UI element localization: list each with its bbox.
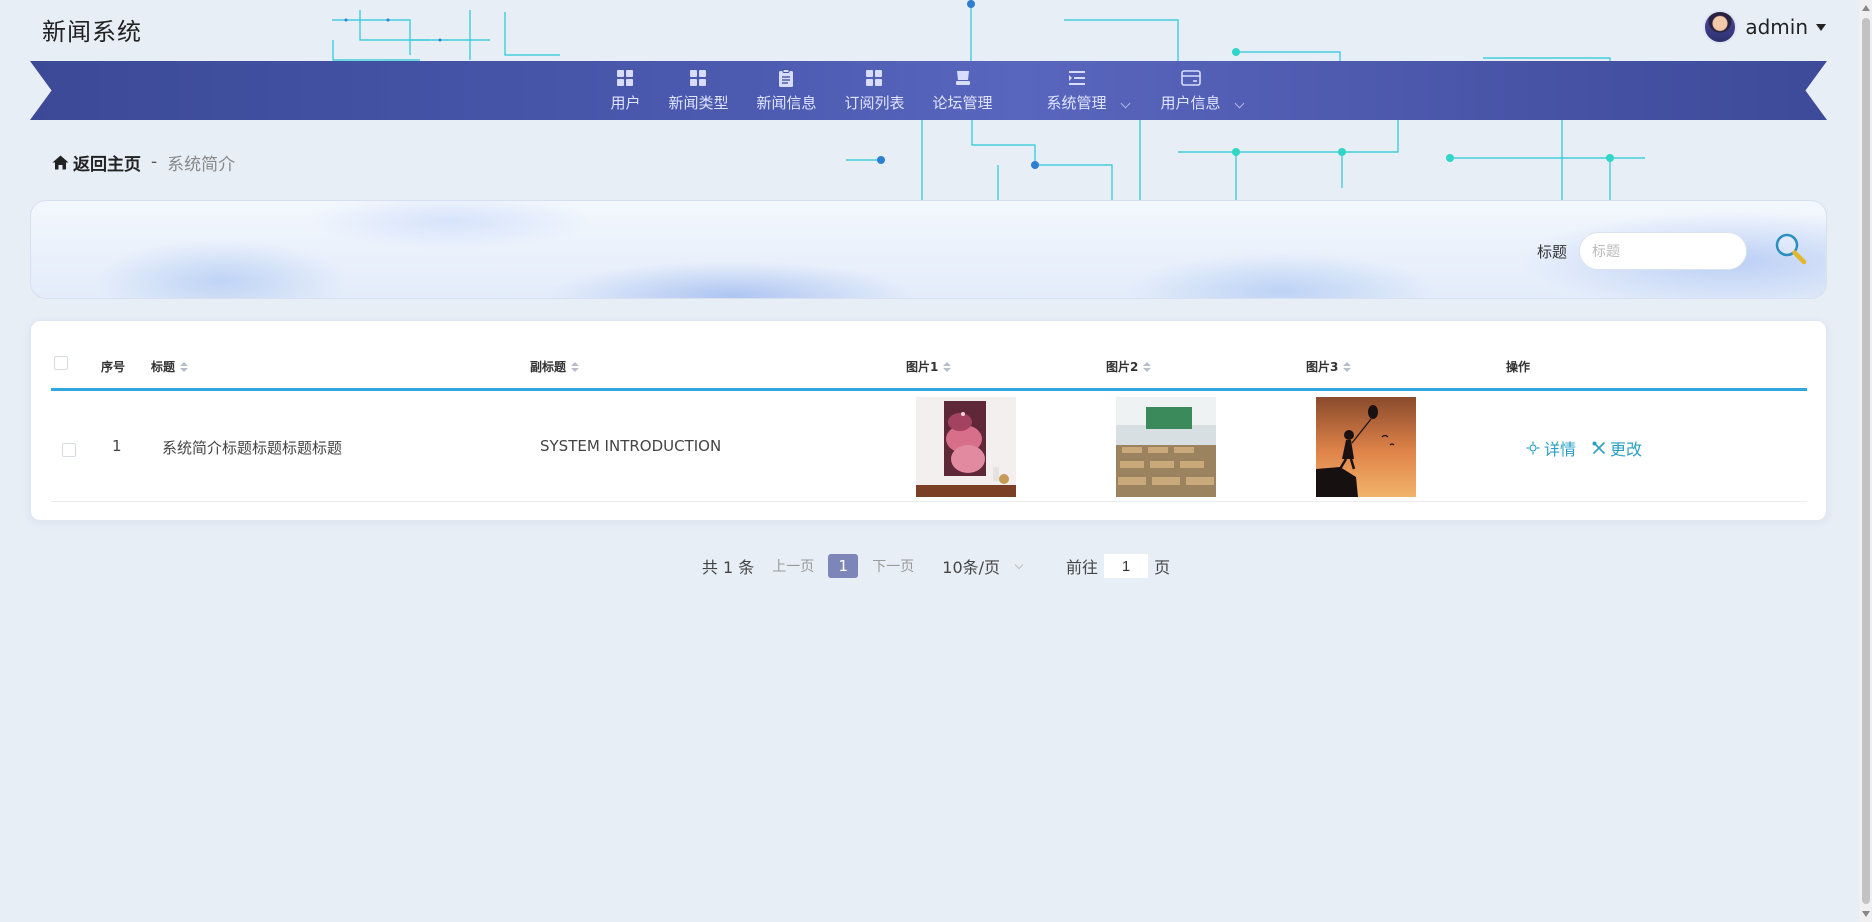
select-all-checkbox[interactable]	[54, 356, 68, 370]
nav-item-user[interactable]: 用户	[610, 68, 640, 113]
table-header: 序号 标题 副标题 图片1 图片2 图片3 操作	[51, 338, 1807, 391]
header-image1[interactable]: 图片1	[906, 358, 952, 375]
header-title[interactable]: 标题	[151, 358, 189, 375]
nav-item-label: 系统管理	[1046, 94, 1107, 112]
nav-item-label: 论坛管理	[932, 94, 993, 112]
nav-item-news-type[interactable]: 新闻类型	[668, 68, 728, 113]
chevron-down-icon	[1120, 98, 1130, 109]
header-actions: 操作	[1506, 360, 1531, 374]
search-icon	[1775, 233, 1807, 265]
scroll-up-arrow-icon[interactable]	[1862, 5, 1870, 11]
sparkle-icon	[1526, 441, 1540, 455]
page-number-button[interactable]: 1	[828, 554, 859, 578]
prev-page-button[interactable]: 上一页	[772, 556, 814, 576]
user-name: admin	[1745, 15, 1808, 39]
edit-button[interactable]: 更改	[1592, 436, 1642, 460]
home-icon	[52, 155, 69, 169]
search-input[interactable]	[1579, 232, 1747, 270]
nav-item-news-info[interactable]: 新闻信息	[756, 68, 816, 113]
sort-icon[interactable]	[180, 361, 189, 372]
breadcrumb-separator: -	[151, 152, 158, 172]
breadcrumb-home-label: 返回主页	[73, 154, 141, 175]
user-menu[interactable]: admin	[1703, 10, 1826, 44]
sort-icon[interactable]	[571, 361, 580, 372]
pagination-total: 共 1 条	[701, 558, 755, 577]
forum-icon	[953, 68, 973, 88]
goto-prefix: 前往	[1066, 558, 1099, 577]
scroll-thumb[interactable]	[1862, 18, 1870, 904]
chevron-down-icon	[1014, 560, 1024, 569]
nav-item-system[interactable]: 系统管理	[1046, 68, 1130, 113]
chevron-down-icon	[1234, 98, 1244, 109]
header-index: 序号	[101, 360, 126, 374]
card-icon	[1180, 68, 1201, 88]
scrollbar[interactable]	[1859, 0, 1872, 922]
tools-icon	[1592, 441, 1605, 454]
search-button[interactable]	[1773, 231, 1809, 267]
header-image3[interactable]: 图片3	[1306, 358, 1352, 375]
details-button[interactable]: 详情	[1526, 436, 1576, 460]
row-checkbox[interactable]	[62, 443, 76, 457]
grid-icon	[688, 68, 708, 88]
nav-item-label: 订阅列表	[844, 94, 905, 112]
details-label: 详情	[1544, 440, 1577, 459]
edit-label: 更改	[1610, 440, 1643, 459]
page-size-value: 10条/页	[942, 558, 1001, 577]
breadcrumb-current: 系统简介	[167, 154, 236, 175]
row-index: 1	[112, 437, 122, 455]
nav-items: 用户 新闻类型 新闻信息 订阅列表 论坛管理 系统管理 用户信息	[30, 61, 1827, 120]
search-panel: 标题	[30, 200, 1827, 299]
goto-page: 前往 页	[1066, 554, 1170, 578]
nav-item-user-info[interactable]: 用户信息	[1160, 68, 1244, 113]
scroll-down-arrow-icon[interactable]	[1862, 911, 1870, 917]
nav-item-label: 新闻信息	[756, 94, 817, 112]
grid-icon	[615, 68, 635, 88]
row-title: 系统简介标题标题标题标题	[162, 439, 343, 457]
menu-list-icon	[1067, 68, 1087, 88]
breadcrumb-home[interactable]: 返回主页	[52, 150, 141, 175]
header-image2[interactable]: 图片2	[1106, 358, 1152, 375]
pagination: 共 1 条 上一页 1 下一页 10条/页 前往 页	[0, 552, 1872, 580]
thumbnail-image1[interactable]	[916, 397, 1016, 497]
app-title: 新闻系统	[42, 18, 142, 46]
avatar	[1703, 10, 1738, 44]
nav-item-label: 新闻类型	[668, 94, 729, 112]
breadcrumb: 返回主页 - 系统简介	[52, 150, 236, 175]
grid-icon	[864, 68, 884, 88]
caret-down-icon	[1816, 23, 1826, 31]
header-subtitle[interactable]: 副标题	[530, 358, 580, 375]
sort-icon[interactable]	[1143, 361, 1152, 372]
sort-icon[interactable]	[943, 361, 952, 372]
goto-suffix: 页	[1154, 558, 1171, 577]
nav-item-subscriptions[interactable]: 订阅列表	[844, 68, 905, 113]
search-label: 标题	[1537, 243, 1568, 261]
data-table: 序号 标题 副标题 图片1 图片2 图片3 操作 1 系统简介标题标题标题标题 …	[51, 338, 1807, 502]
next-page-button[interactable]: 下一页	[872, 556, 914, 576]
sort-icon[interactable]	[1343, 361, 1352, 372]
nav-item-label: 用户	[610, 94, 641, 112]
goto-page-input[interactable]	[1104, 554, 1149, 578]
thumbnail-image3[interactable]	[1316, 397, 1416, 497]
table-row: 1 系统简介标题标题标题标题 SYSTEM INTRODUCTION 详情 更改	[51, 391, 1807, 502]
page-size-select[interactable]: 10条/页	[942, 554, 1024, 578]
clipboard-icon	[776, 68, 796, 88]
nav-item-label: 用户信息	[1160, 94, 1221, 112]
nav-item-forum[interactable]: 论坛管理	[933, 68, 993, 113]
row-subtitle: SYSTEM INTRODUCTION	[540, 437, 722, 455]
table-card: 序号 标题 副标题 图片1 图片2 图片3 操作 1 系统简介标题标题标题标题 …	[30, 320, 1827, 521]
thumbnail-image2[interactable]	[1116, 397, 1216, 497]
